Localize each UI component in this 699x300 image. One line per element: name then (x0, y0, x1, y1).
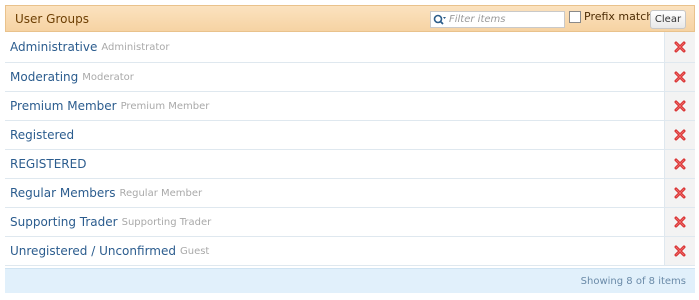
list-item: Premium Member Premium Member (5, 92, 695, 121)
delete-button[interactable] (665, 32, 695, 62)
list-item: REGISTERED (5, 150, 695, 179)
panel-header: User Groups Prefix match Clear (5, 5, 695, 32)
group-user-title: Moderator (82, 71, 134, 83)
group-entry[interactable]: Regular Members Regular Member (5, 179, 665, 207)
list-footer: Showing 8 of 8 items (5, 268, 695, 293)
delete-icon[interactable] (674, 187, 686, 199)
delete-icon[interactable] (674, 129, 686, 141)
list-item: Moderating Moderator (5, 63, 695, 92)
group-user-title: Supporting Trader (121, 216, 212, 228)
list-item: Administrative Administrator (5, 32, 695, 63)
group-user-title: Premium Member (120, 100, 210, 112)
group-entry[interactable]: Unregistered / Unconfirmed Guest (5, 237, 665, 265)
group-user-title: Guest (179, 245, 210, 257)
search-icon[interactable] (431, 12, 449, 27)
prefix-match-control[interactable]: Prefix match (569, 10, 653, 23)
prefix-match-checkbox[interactable] (569, 10, 581, 23)
delete-button[interactable] (665, 208, 695, 236)
group-name[interactable]: Administrative (10, 40, 97, 54)
group-name[interactable]: REGISTERED (10, 157, 86, 171)
item-count-status: Showing 8 of 8 items (580, 275, 686, 287)
delete-button[interactable] (665, 92, 695, 120)
delete-button[interactable] (665, 150, 695, 178)
group-user-title: Regular Member (119, 187, 203, 199)
group-user-title: Administrator (101, 41, 170, 53)
group-entry[interactable]: REGISTERED (5, 150, 665, 178)
group-name[interactable]: Premium Member (10, 99, 117, 113)
delete-icon[interactable] (674, 216, 686, 228)
delete-button[interactable] (665, 63, 695, 91)
list-item: Regular Members Regular Member (5, 179, 695, 208)
clear-button[interactable]: Clear (650, 10, 686, 29)
prefix-match-label[interactable]: Prefix match (584, 10, 653, 23)
group-name[interactable]: Supporting Trader (10, 215, 118, 229)
group-name[interactable]: Regular Members (10, 186, 115, 200)
delete-icon[interactable] (674, 71, 686, 83)
delete-button[interactable] (665, 121, 695, 149)
group-entry[interactable]: Registered (5, 121, 665, 149)
filter-box[interactable] (430, 11, 565, 28)
delete-icon[interactable] (674, 41, 686, 53)
group-name[interactable]: Unregistered / Unconfirmed (10, 244, 176, 258)
group-entry[interactable]: Moderating Moderator (5, 63, 665, 91)
group-entry[interactable]: Administrative Administrator (5, 32, 665, 62)
list-item: Supporting Trader Supporting Trader (5, 208, 695, 237)
group-name[interactable]: Registered (10, 128, 74, 142)
list-item: Registered (5, 121, 695, 150)
group-entry[interactable]: Supporting Trader Supporting Trader (5, 208, 665, 236)
delete-icon[interactable] (674, 158, 686, 170)
filter-input[interactable] (449, 14, 554, 25)
group-entry[interactable]: Premium Member Premium Member (5, 92, 665, 120)
delete-icon[interactable] (674, 245, 686, 257)
list-item: Unregistered / Unconfirmed Guest (5, 237, 695, 266)
delete-button[interactable] (665, 237, 695, 265)
user-groups-panel: User Groups Prefix match Clear Administr… (5, 5, 695, 295)
delete-icon[interactable] (674, 100, 686, 112)
group-name[interactable]: Moderating (10, 70, 78, 84)
delete-button[interactable] (665, 179, 695, 207)
group-list: Administrative Administrator Moderating … (5, 32, 695, 266)
